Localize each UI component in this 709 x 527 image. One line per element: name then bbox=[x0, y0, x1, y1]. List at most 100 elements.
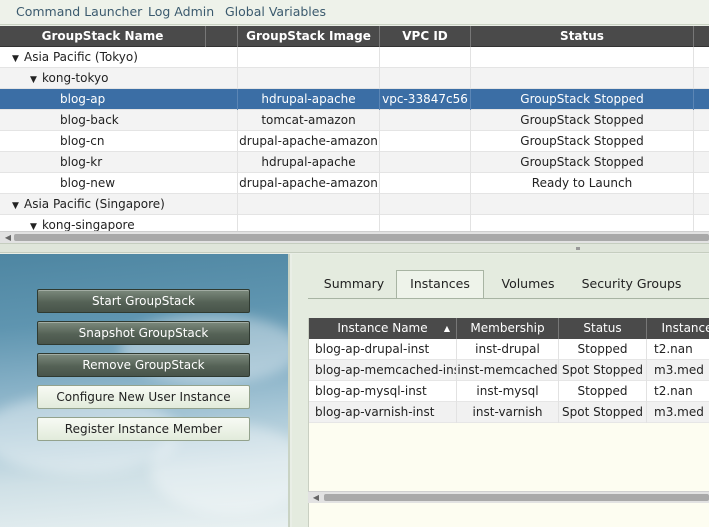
groupstack-row[interactable]: blog-back tomcat-amazon GroupStack Stopped bbox=[0, 110, 709, 131]
remove-groupstack-button[interactable]: Remove GroupStack bbox=[37, 353, 250, 377]
snapshot-groupstack-button[interactable]: Snapshot GroupStack bbox=[37, 321, 250, 345]
detail-panel: Summary Instances Volumes Security Group… bbox=[292, 254, 709, 527]
groupstack-name-label: Asia Pacific (Tokyo) bbox=[24, 50, 138, 64]
column-header-membership[interactable]: Membership bbox=[457, 318, 559, 339]
cell-status: Ready to Launch bbox=[471, 173, 694, 194]
instance-row[interactable]: blog-ap-mysql-inst inst-mysql Stopped t2.na… bbox=[309, 381, 709, 402]
column-header-groupstack-name[interactable]: GroupStack Name bbox=[0, 26, 206, 47]
cell-vpc-id bbox=[380, 173, 471, 194]
scrollbar-thumb[interactable] bbox=[14, 234, 709, 241]
cell-instance-type: m3.med bbox=[654, 405, 704, 419]
cell-vpc-id bbox=[380, 194, 471, 215]
cell-status: Spot Stopped bbox=[559, 360, 647, 381]
column-header-vpc-id[interactable]: VPC ID bbox=[380, 26, 471, 47]
splitter-grip[interactable] bbox=[576, 247, 580, 250]
groupstack-row[interactable]: blog-ap hdrupal-apache vpc-33847c56 GroupSt… bbox=[0, 89, 709, 110]
cell-membership: inst-mysql bbox=[457, 381, 559, 402]
register-instance-member-button[interactable]: Register Instance Member bbox=[37, 417, 250, 441]
cell-vpc-id bbox=[380, 152, 471, 173]
cell-vpc-id bbox=[380, 131, 471, 152]
cell-instance-type: t2.nan bbox=[654, 384, 693, 398]
groupstack-name-label: blog-kr bbox=[60, 155, 103, 169]
cell-instance-type: t2.nan bbox=[654, 342, 693, 356]
groupstack-row[interactable]: blog-new drupal-apache-amazon Ready to Lau… bbox=[0, 173, 709, 194]
top-menu-bar: Command Launcher Log Admin Global Variab… bbox=[0, 0, 709, 25]
groupstack-row[interactable]: blog-kr hdrupal-apache GroupStack Stopped bbox=[0, 152, 709, 173]
cell-groupstack-name: blog-cn bbox=[0, 131, 238, 152]
expand-toggle-icon[interactable]: ▼ bbox=[12, 49, 23, 68]
cell-groupstack-image bbox=[238, 194, 380, 215]
instance-row[interactable]: blog-ap-varnish-inst inst-varnish Spot Sto… bbox=[309, 402, 709, 423]
groupstack-grid-hscrollbar[interactable]: ◀ bbox=[0, 231, 709, 243]
pane-splitter[interactable] bbox=[0, 243, 709, 253]
column-header-groupstack-image[interactable]: GroupStack Image bbox=[238, 26, 380, 47]
cell-groupstack-name: blog-back bbox=[0, 110, 238, 131]
groupstack-name-label: Asia Pacific (Singapore) bbox=[24, 197, 165, 211]
groupstack-name-label: kong-tokyo bbox=[42, 71, 109, 85]
cell-instance-type: m3.med bbox=[654, 363, 704, 377]
cell-groupstack-image: hdrupal-apache bbox=[238, 89, 380, 110]
instance-row[interactable]: blog-ap-memcached-inst inst-memcached Spot… bbox=[309, 360, 709, 381]
cell-membership: inst-memcached bbox=[457, 360, 559, 381]
cell-instance-name: blog-ap-drupal-inst bbox=[309, 339, 457, 360]
tree-group-row[interactable]: ▼ kong-tokyo bbox=[0, 68, 709, 89]
start-groupstack-button[interactable]: Start GroupStack bbox=[37, 289, 250, 313]
cell-status: Spot Stopped bbox=[559, 402, 647, 423]
groupstack-name-label: kong-singapore bbox=[42, 218, 135, 231]
sort-ascending-icon: ▲ bbox=[443, 324, 450, 333]
tree-group-row[interactable]: ▼ Asia Pacific (Singapore) bbox=[0, 194, 709, 215]
cell-vpc-id bbox=[380, 110, 471, 131]
column-header-instance-name[interactable]: Instance Name ▲ bbox=[309, 318, 457, 339]
expand-toggle-icon[interactable]: ▼ bbox=[30, 70, 41, 89]
menu-command-launcher[interactable]: Command Launcher bbox=[16, 4, 142, 19]
cell-groupstack-name: ▼ kong-singapore bbox=[0, 215, 238, 231]
scrollbar-thumb[interactable] bbox=[324, 494, 709, 501]
column-header-instance-name-label: Instance Name bbox=[337, 321, 428, 335]
scroll-left-icon[interactable]: ◀ bbox=[2, 232, 14, 243]
detail-tabs: Summary Instances Volumes Security Group… bbox=[292, 254, 709, 299]
cell-vpc-id bbox=[380, 68, 471, 89]
cell-groupstack-image bbox=[238, 215, 380, 231]
cell-instance-name: blog-ap-mysql-inst bbox=[309, 381, 457, 402]
tab-volumes[interactable]: Volumes bbox=[488, 271, 568, 298]
tab-instances[interactable]: Instances bbox=[396, 270, 484, 299]
groupstack-name-label: blog-back bbox=[60, 113, 119, 127]
menu-global-variables[interactable]: Global Variables bbox=[225, 4, 326, 19]
groupstack-name-label: blog-cn bbox=[60, 134, 105, 148]
expand-toggle-icon[interactable]: ▼ bbox=[12, 196, 23, 215]
cell-groupstack-name: blog-ap bbox=[0, 89, 238, 110]
column-header-spacer bbox=[206, 26, 238, 47]
tree-group-row[interactable]: ▼ kong-singapore bbox=[0, 215, 709, 231]
cell-groupstack-image: hdrupal-apache bbox=[238, 152, 380, 173]
groupstack-name-label: blog-ap bbox=[60, 92, 106, 106]
column-header-status[interactable]: Status bbox=[559, 318, 647, 339]
action-panel: Start GroupStack Snapshot GroupStack Rem… bbox=[0, 254, 290, 527]
cell-status: GroupStack Stopped bbox=[471, 110, 694, 131]
cell-status bbox=[471, 194, 694, 215]
groupstack-grid: GroupStack Name GroupStack Image VPC ID … bbox=[0, 26, 709, 231]
tree-group-row[interactable]: ▼ Asia Pacific (Tokyo) bbox=[0, 47, 709, 68]
groupstack-row[interactable]: blog-cn drupal-apache-amazon GroupStack St… bbox=[0, 131, 709, 152]
cell-status: Stopped bbox=[559, 339, 647, 360]
tab-underline bbox=[308, 298, 709, 299]
cell-groupstack-image: drupal-apache-amazon bbox=[238, 131, 380, 152]
column-header-status[interactable]: Status bbox=[471, 26, 694, 47]
cell-groupstack-name: ▼ kong-tokyo bbox=[0, 68, 238, 89]
cell-groupstack-image bbox=[238, 68, 380, 89]
instance-row[interactable]: blog-ap-drupal-inst inst-drupal Stopped t2.… bbox=[309, 339, 709, 360]
instance-grid-hscrollbar[interactable]: ◀ bbox=[308, 491, 709, 503]
expand-toggle-icon[interactable]: ▼ bbox=[30, 217, 41, 231]
groupstack-grid-header: GroupStack Name GroupStack Image VPC ID … bbox=[0, 26, 709, 47]
menu-log-admin[interactable]: Log Admin bbox=[148, 4, 214, 19]
cell-membership: inst-drupal bbox=[457, 339, 559, 360]
configure-new-user-instance-button[interactable]: Configure New User Instance bbox=[37, 385, 250, 409]
groupstack-name-label: blog-new bbox=[60, 176, 116, 190]
cell-groupstack-name: blog-new bbox=[0, 173, 238, 194]
cell-vpc-id bbox=[380, 47, 471, 68]
scroll-left-icon[interactable]: ◀ bbox=[310, 492, 322, 503]
cell-status: GroupStack Stopped bbox=[471, 131, 694, 152]
tab-security-groups[interactable]: Security Groups bbox=[574, 271, 689, 298]
tab-summary[interactable]: Summary bbox=[314, 271, 394, 298]
cell-status: Stopped bbox=[559, 381, 647, 402]
column-header-instance[interactable]: Instance bbox=[647, 318, 709, 339]
